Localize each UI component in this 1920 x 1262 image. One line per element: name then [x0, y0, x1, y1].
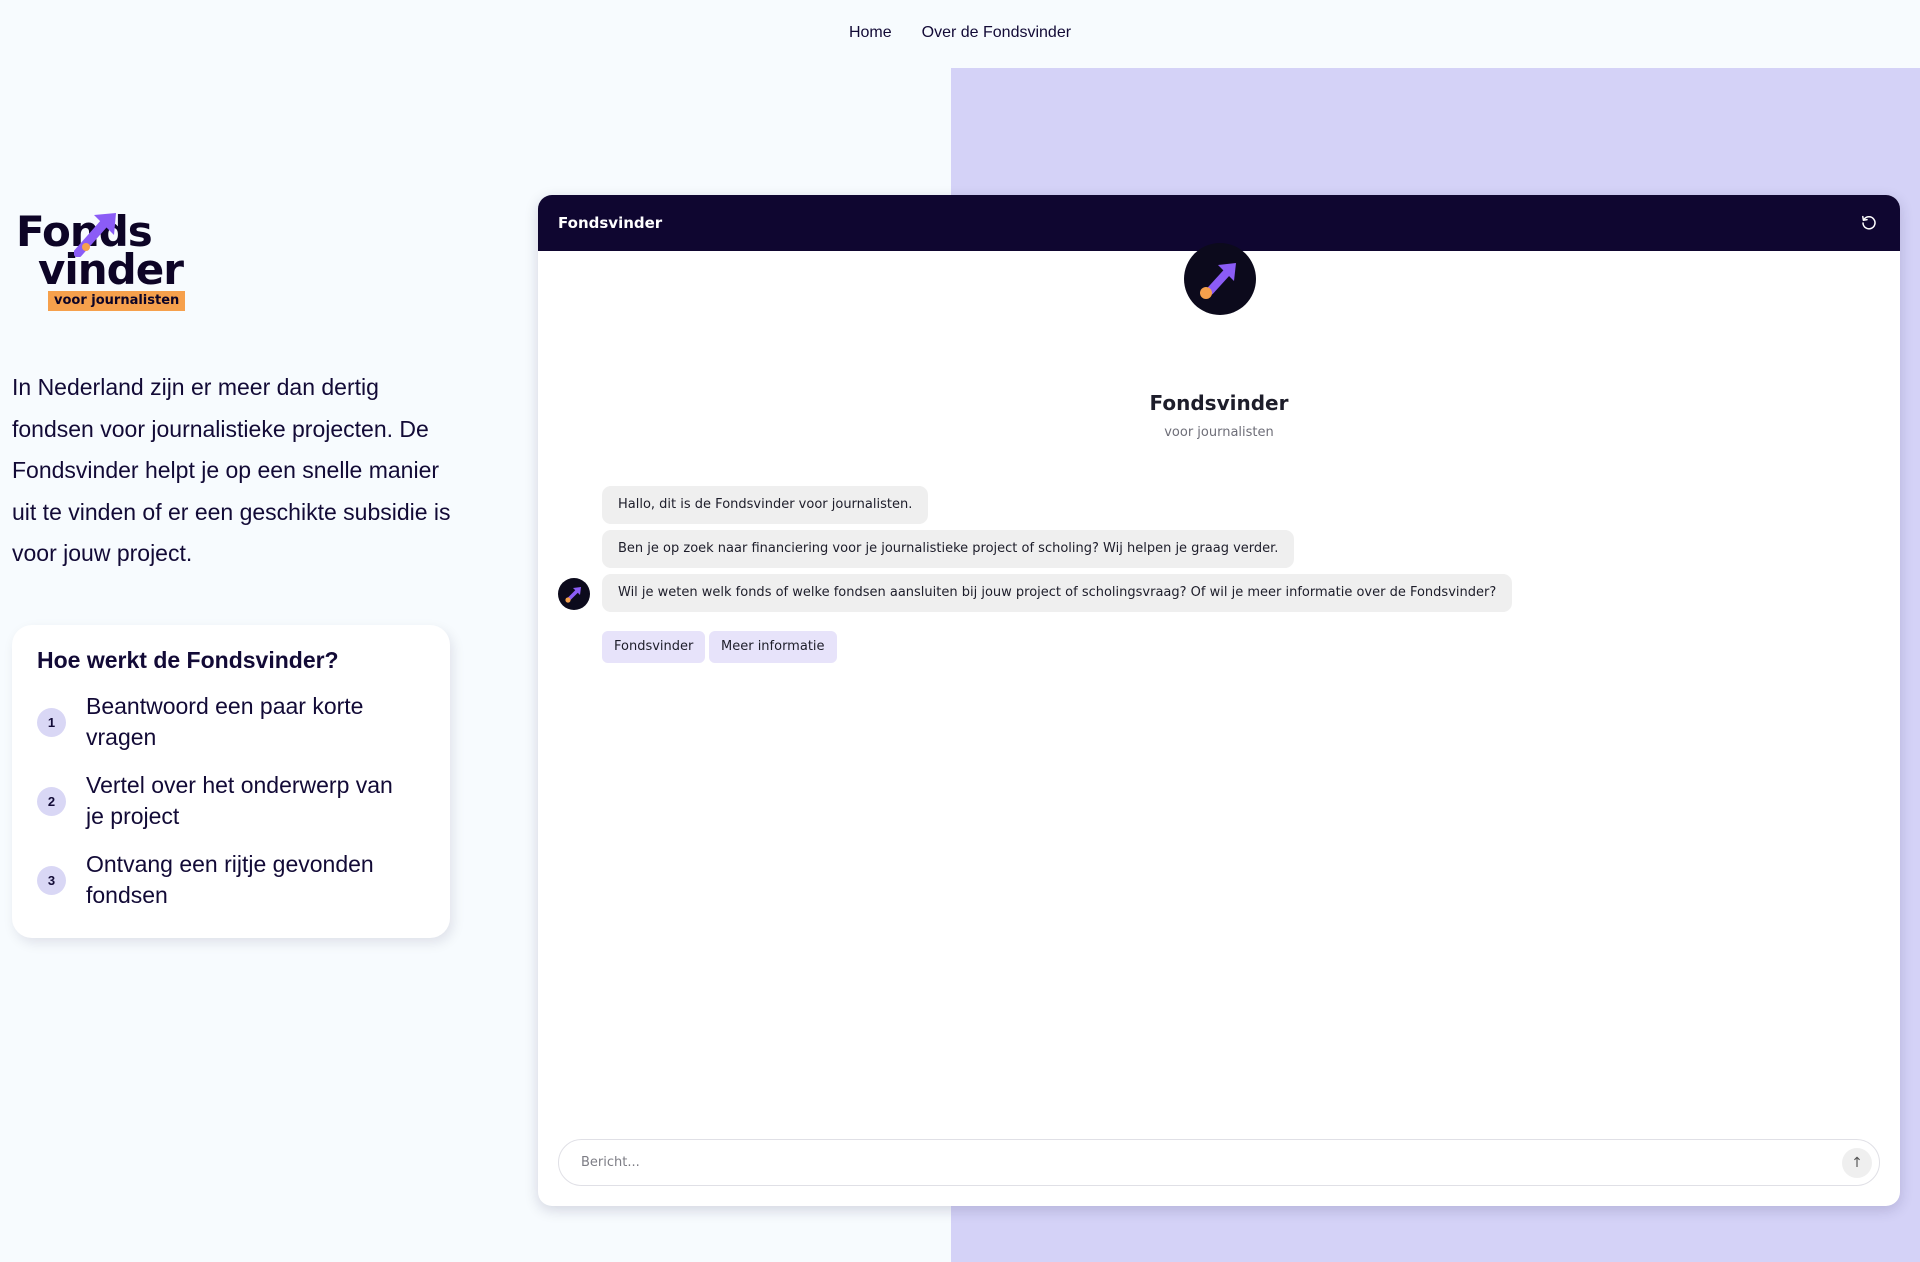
how-it-works-title: Hoe werkt de Fondsvinder? — [37, 647, 339, 673]
step-2: 2 Vertel over het onderwerp van je proje… — [37, 770, 425, 832]
step-3: 3 Ontvang een rijtje gevonden fondsen — [37, 849, 425, 911]
step-text: Vertel over het onderwerp van je project — [86, 772, 393, 829]
send-button[interactable]: ↑ — [1842, 1147, 1872, 1178]
chat-widget: Fondsvinder Fondsvinder voor journaliste… — [538, 195, 1900, 1206]
message-input[interactable] — [579, 1154, 1842, 1171]
step-1: 1 Beantwoord een paar korte vragen — [37, 691, 425, 753]
bot-name: Fondsvinder — [1149, 391, 1289, 415]
bot-message-avatar — [558, 578, 590, 610]
step-number-badge: 2 — [37, 786, 66, 816]
quick-reply-fondsvinder[interactable]: Fondsvinder — [602, 631, 706, 663]
step-text: Beantwoord een paar korte vragen — [86, 693, 364, 750]
chat-title: Fondsvinder — [558, 214, 663, 232]
logo-arrow-icon — [74, 213, 116, 257]
reset-chat-button[interactable] — [1858, 212, 1880, 234]
bot-arrow-icon — [1200, 263, 1236, 299]
how-it-works-card: Hoe werkt de Fondsvinder? 1 Beantwoord e… — [12, 625, 450, 938]
top-nav: Home Over de Fondsvinder — [0, 0, 1920, 68]
bot-message: Hallo, dit is de Fondsvinder voor journa… — [602, 486, 929, 524]
bot-message: Ben je op zoek naar financiering voor je… — [602, 530, 1295, 568]
bot-arrow-icon — [565, 587, 581, 603]
message-composer: ↑ — [558, 1139, 1880, 1186]
intro-text: In Nederland zijn er meer dan dertig fon… — [12, 374, 451, 566]
refresh-icon — [1862, 215, 1876, 230]
nav-about-link[interactable]: Over de Fondsvinder — [922, 24, 1071, 42]
bot-subtitle: voor journalisten — [1164, 425, 1274, 440]
fondsvinder-logo[interactable]: Fonds vinder voor journalisten — [16, 207, 186, 315]
logo-tagline: voor journalisten — [48, 291, 186, 311]
step-text: Ontvang een rijtje gevonden fondsen — [86, 851, 374, 908]
bot-avatar — [1184, 243, 1256, 315]
nav-home-link[interactable]: Home — [849, 24, 892, 42]
step-number-badge: 3 — [37, 865, 66, 895]
bot-message: Wil je weten welk fonds of welke fondsen… — [602, 574, 1513, 612]
quick-reply-meer-informatie[interactable]: Meer informatie — [709, 631, 837, 663]
step-number-badge: 1 — [37, 707, 66, 737]
